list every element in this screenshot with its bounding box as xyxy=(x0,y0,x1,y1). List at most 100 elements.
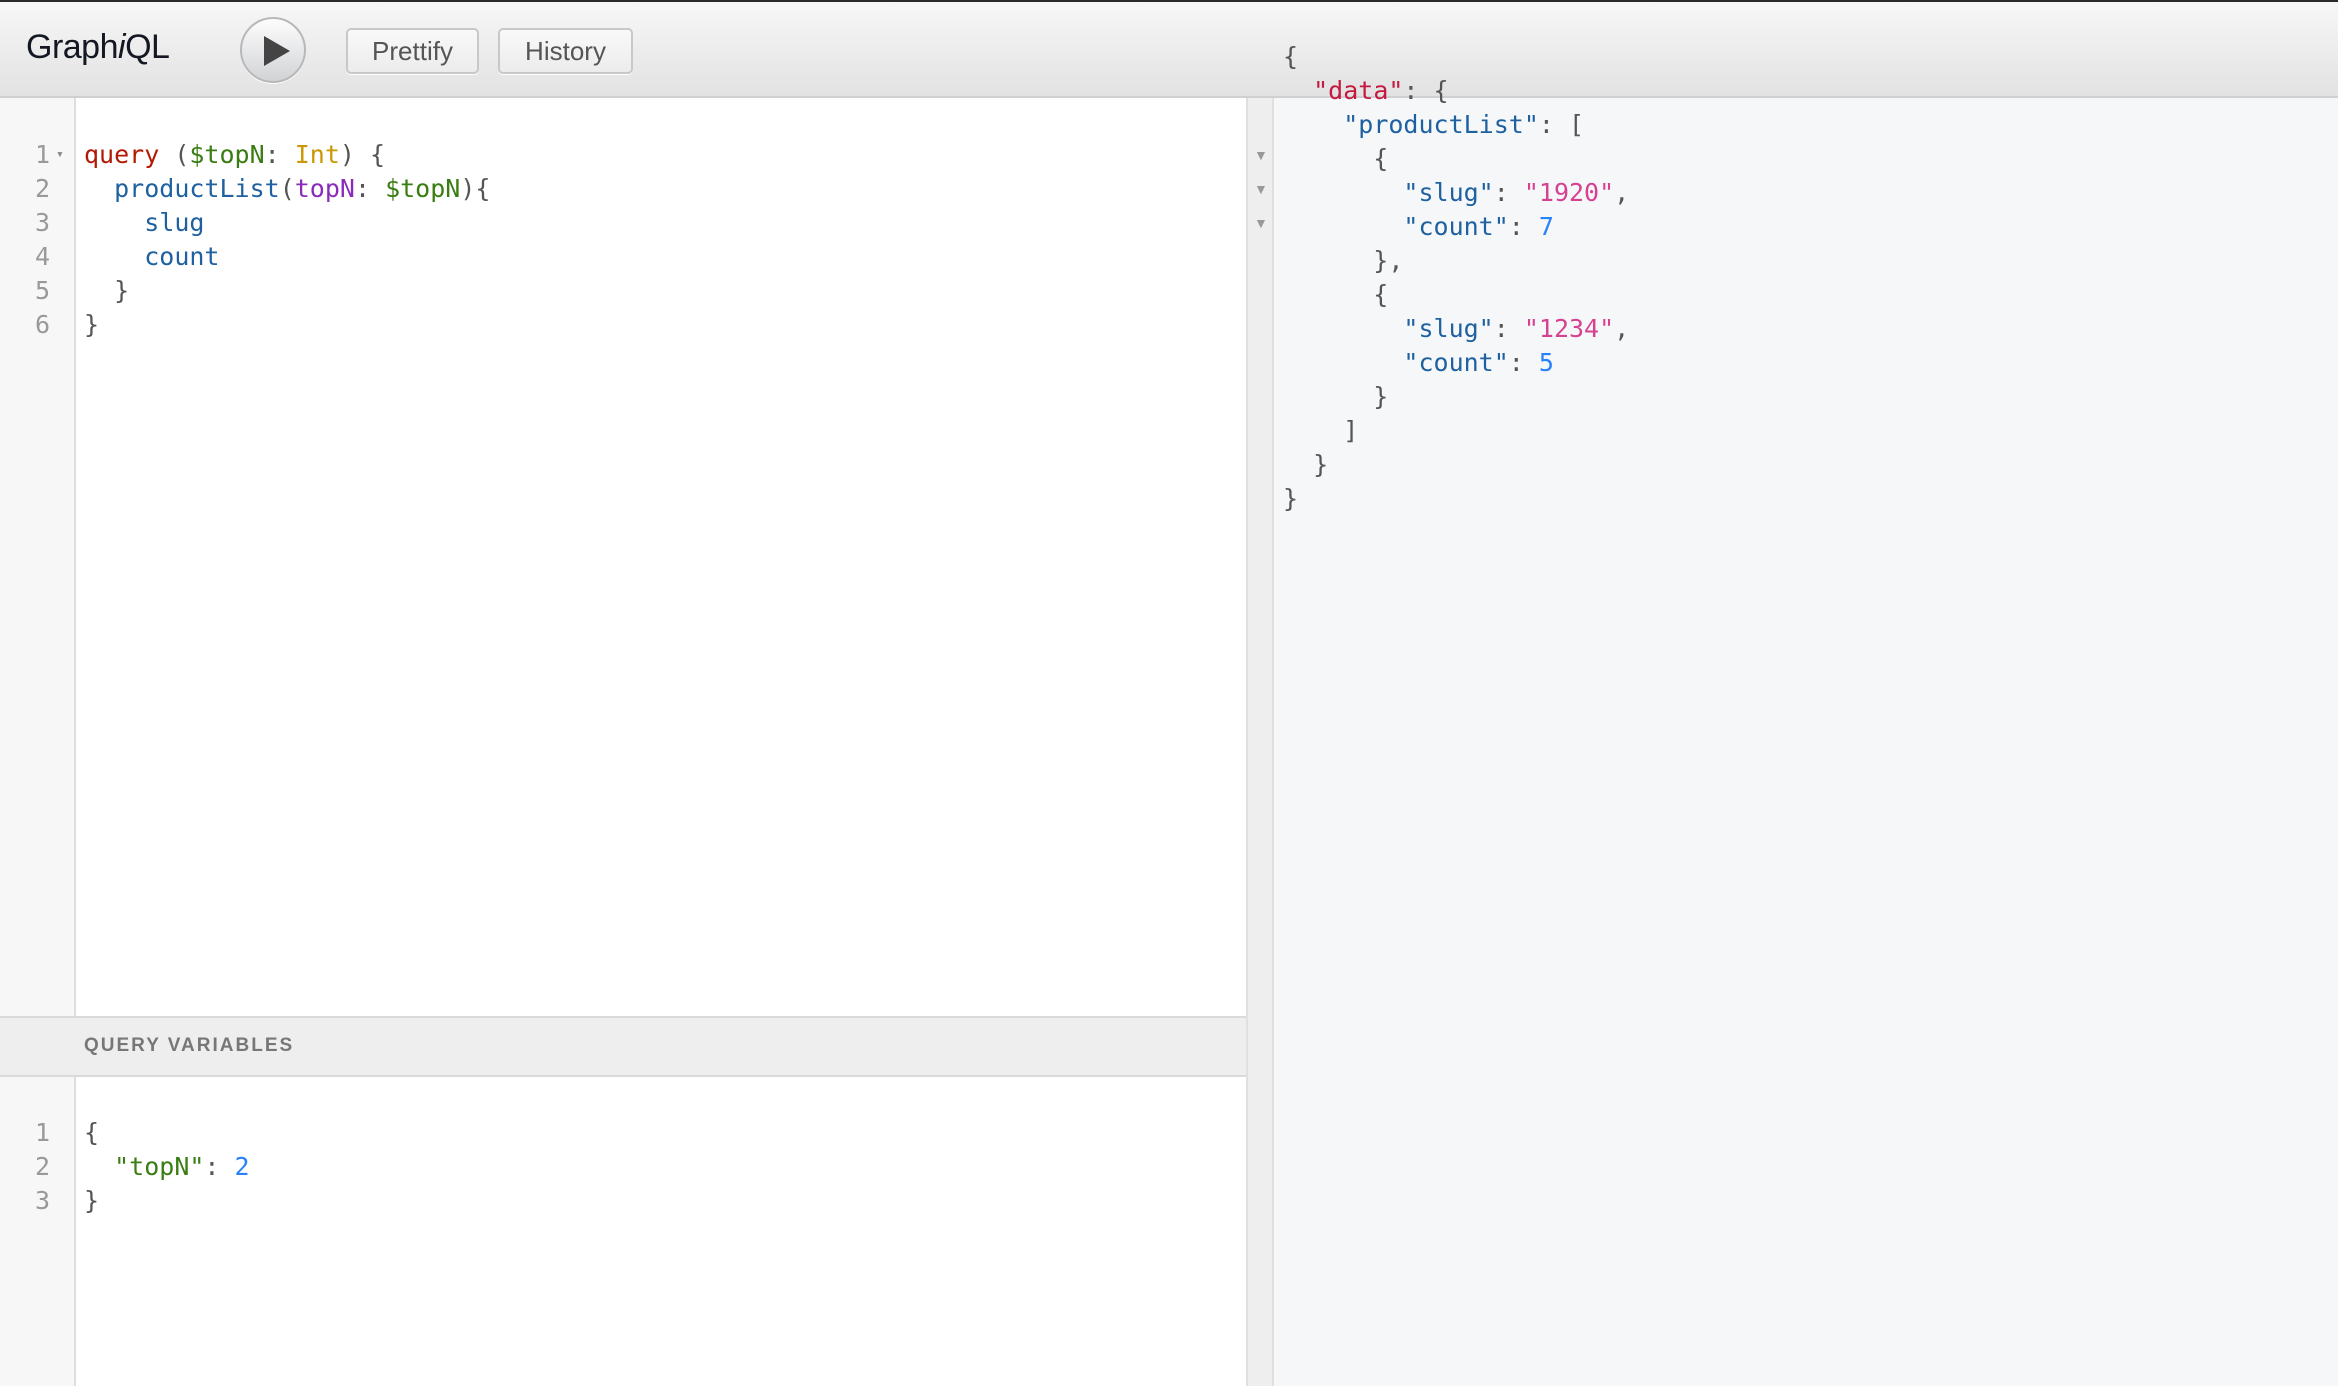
vars-line: } xyxy=(84,1184,250,1218)
code-token: ){ xyxy=(460,174,491,203)
code-token: count xyxy=(144,242,220,271)
code-token: "topN" xyxy=(114,1152,205,1181)
history-button[interactable]: History xyxy=(498,28,633,74)
prettify-button[interactable]: Prettify xyxy=(346,28,479,74)
result-line: "count": 7 xyxy=(1283,210,1629,244)
query-line: productList(topN: $topN){ xyxy=(84,172,490,206)
code-token: { xyxy=(84,1118,100,1147)
play-icon xyxy=(264,36,290,66)
code-token: : { xyxy=(1403,76,1449,105)
code-token: "productList" xyxy=(1343,110,1539,139)
query-line: count xyxy=(84,240,490,274)
code-token: } xyxy=(84,310,100,339)
app-title: GraphiQL xyxy=(26,28,170,67)
app-title-italic: i xyxy=(118,28,126,66)
code-token: "count" xyxy=(1403,212,1509,241)
query-editor[interactable]: query ($topN: Int) { productList(topN: $… xyxy=(84,138,490,342)
line-number: 4 xyxy=(34,242,50,271)
code-token: "count" xyxy=(1403,348,1509,377)
fold-arrow-icon[interactable]: ▾ xyxy=(56,138,64,172)
code-token: topN xyxy=(294,174,355,203)
code-token: slug xyxy=(144,208,205,237)
vars-line: { xyxy=(84,1116,250,1150)
code-token: query xyxy=(84,140,160,169)
fold-arrow-icon[interactable]: ▼ xyxy=(1254,138,1268,172)
code-token: ] xyxy=(1283,416,1359,445)
code-token: Int xyxy=(294,140,340,169)
result-line: "count": 5 xyxy=(1283,346,1629,380)
code-token: : xyxy=(1508,212,1539,241)
code-token: } xyxy=(84,1186,100,1215)
code-token: { xyxy=(1283,42,1299,71)
result-line: } xyxy=(1283,448,1629,482)
code-token: ( xyxy=(159,140,190,169)
result-line: "productList": [ xyxy=(1283,108,1629,142)
vars-line: "topN": 2 xyxy=(84,1150,249,1184)
result-line: "data": { xyxy=(1283,74,1629,108)
query-line: } xyxy=(84,308,490,342)
variables-editor[interactable]: { "topN": 2} xyxy=(84,1116,250,1218)
code-token: : xyxy=(204,1152,235,1181)
code-token: : xyxy=(354,174,386,203)
result-line: { xyxy=(1283,278,1629,312)
code-token: $topN xyxy=(385,174,461,203)
result-line: }, xyxy=(1283,244,1629,278)
result-gutter xyxy=(1248,98,1274,1386)
code-token: { xyxy=(1283,280,1389,309)
toolbar: GraphiQL Prettify History xyxy=(0,2,2338,98)
code-token: }, xyxy=(1283,246,1404,275)
line-number: 3 xyxy=(34,208,50,237)
code-token: "data" xyxy=(1313,76,1404,105)
line-number: 6 xyxy=(34,310,50,339)
code-token: } xyxy=(1283,450,1329,479)
code-token: } xyxy=(1283,382,1389,411)
app-title-suffix: QL xyxy=(125,28,170,66)
result-line: { xyxy=(1283,142,1629,176)
result-line: { xyxy=(1283,40,1629,74)
code-token: } xyxy=(1283,484,1299,513)
code-token: "slug" xyxy=(1403,314,1494,343)
code-token: "1234" xyxy=(1523,314,1615,343)
code-token: : xyxy=(1493,178,1524,207)
line-number: 2 xyxy=(34,1152,50,1181)
fold-arrow-icon[interactable]: ▼ xyxy=(1254,206,1268,240)
fold-arrow-icon[interactable]: ▼ xyxy=(1254,172,1268,206)
line-number: 5 xyxy=(34,276,50,305)
code-token: : xyxy=(264,140,295,169)
line-number: 2 xyxy=(34,174,50,203)
execute-query-button[interactable] xyxy=(240,17,306,83)
code-token: { xyxy=(1283,144,1389,173)
result-line: ] xyxy=(1283,414,1629,448)
query-line: } xyxy=(84,274,490,308)
code-token: , xyxy=(1614,178,1630,207)
query-variables-header[interactable]: QUERY VARIABLES xyxy=(0,1016,1246,1077)
result-line: } xyxy=(1283,380,1629,414)
line-number: 1 xyxy=(34,140,50,169)
query-variables-title: QUERY VARIABLES xyxy=(84,1035,295,1056)
code-token: : xyxy=(1508,348,1539,377)
code-token: : [ xyxy=(1538,110,1585,139)
result-line: } xyxy=(1283,482,1629,516)
code-token: $topN xyxy=(189,140,265,169)
code-token: "slug" xyxy=(1403,178,1494,207)
line-number: 1 xyxy=(34,1118,50,1147)
line-number: 3 xyxy=(34,1186,50,1215)
result-viewer: { "data": { "productList": [ { "slug": "… xyxy=(1283,40,1629,516)
code-token: , xyxy=(1614,314,1630,343)
code-token: ( xyxy=(279,174,295,203)
code-token: productList xyxy=(114,174,280,203)
result-line: "slug": "1920", xyxy=(1283,176,1629,210)
query-editor-pane: 1 ▾ 2 3 4 5 6 query ($topN: Int) { productList… xyxy=(0,98,1246,1386)
query-line: slug xyxy=(84,206,490,240)
result-line: "slug": "1234", xyxy=(1283,312,1629,346)
code-token: } xyxy=(84,276,130,305)
